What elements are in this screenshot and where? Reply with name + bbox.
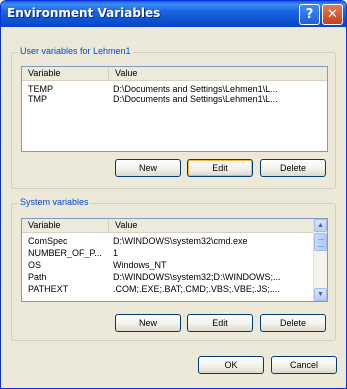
close-button[interactable]: ✕ (322, 4, 343, 25)
user-variables-group: User variables for Lehmen1 Variable Valu… (11, 46, 336, 189)
variable-value: D:\WINDOWS\system32\cmd.exe (113, 236, 248, 246)
table-row[interactable]: TMP D:\Documents and Settings\Lehmen1\L.… (22, 94, 327, 104)
system-edit-button[interactable]: Edit (187, 314, 253, 332)
system-new-button[interactable]: New (115, 314, 181, 332)
table-row[interactable]: OS Windows_NT (22, 260, 313, 270)
variable-value: 1 (113, 248, 119, 258)
user-variables-legend: User variables for Lehmen1 (18, 46, 133, 56)
scroll-down-icon[interactable]: ▼ (314, 288, 327, 301)
user-new-button[interactable]: New (115, 159, 181, 177)
variable-name: TMP (28, 94, 47, 104)
column-header-value[interactable]: Value (109, 67, 327, 80)
list-header: Variable Value (22, 219, 313, 233)
system-variables-group: System variables Variable Value ComSpec … (11, 197, 336, 341)
variable-value: D:\Documents and Settings\Lehmen1\L... (113, 84, 278, 94)
scroll-up-icon[interactable]: ▲ (314, 219, 327, 232)
vertical-scrollbar[interactable]: ▲ ▼ (313, 219, 327, 301)
column-header-value[interactable]: Value (109, 219, 313, 232)
cancel-button[interactable]: Cancel (271, 356, 337, 374)
user-variables-list[interactable]: Variable Value TEMP D:\Documents and Set… (21, 66, 328, 152)
scroll-thumb[interactable] (314, 233, 327, 251)
window-title: Environment Variables (7, 6, 161, 20)
variable-value: .COM;.EXE;.BAT;.CMD;.VBS;.VBE;.JS;.... (113, 284, 280, 294)
table-row[interactable]: PATHEXT .COM;.EXE;.BAT;.CMD;.VBS;.VBE;.J… (22, 284, 313, 294)
variable-name: TEMP (28, 84, 54, 94)
ok-button[interactable]: OK (198, 356, 264, 374)
table-row[interactable]: TEMP D:\Documents and Settings\Lehmen1\L… (22, 84, 327, 94)
list-header: Variable Value (22, 67, 327, 81)
variable-value: D:\WINDOWS\system32;D:\WINDOWS;... (113, 272, 281, 282)
variable-name: OS (28, 260, 42, 270)
system-delete-button[interactable]: Delete (260, 314, 326, 332)
column-header-variable[interactable]: Variable (22, 67, 109, 80)
variable-value: Windows_NT (113, 260, 167, 270)
column-header-variable[interactable]: Variable (22, 219, 109, 232)
user-edit-button[interactable]: Edit (187, 159, 253, 177)
variable-name: Path (28, 272, 47, 282)
table-row[interactable]: Path D:\WINDOWS\system32;D:\WINDOWS;... (22, 272, 313, 282)
variable-name: PATHEXT (28, 284, 69, 294)
title-bar[interactable]: Environment Variables ? ✕ (1, 1, 346, 27)
variable-name: NUMBER_OF_P... (28, 248, 102, 258)
help-button[interactable]: ? (299, 4, 320, 25)
table-row[interactable]: NUMBER_OF_P... 1 (22, 248, 313, 258)
variable-value: D:\Documents and Settings\Lehmen1\L... (113, 94, 278, 104)
system-variables-list[interactable]: Variable Value ComSpec D:\WINDOWS\system… (21, 218, 328, 302)
environment-variables-dialog: Environment Variables ? ✕ User variables… (0, 0, 347, 389)
table-row[interactable]: ComSpec D:\WINDOWS\system32\cmd.exe (22, 236, 313, 246)
variable-name: ComSpec (28, 236, 68, 246)
user-delete-button[interactable]: Delete (260, 159, 326, 177)
system-variables-legend: System variables (18, 197, 91, 207)
